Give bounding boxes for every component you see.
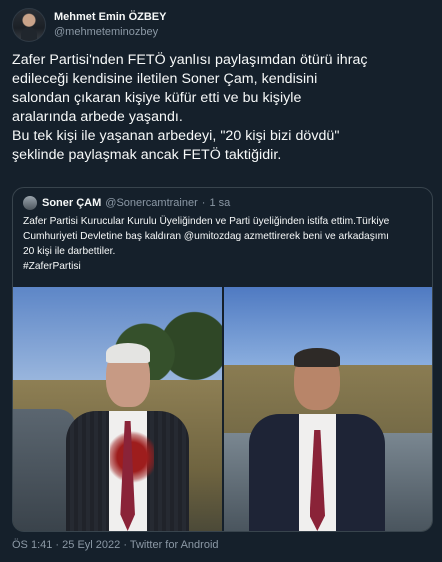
quoted-time: 1 sa	[209, 197, 231, 209]
quoted-avatar	[23, 196, 37, 210]
author-handle[interactable]: @mehmeteminozbey	[54, 25, 166, 40]
quoted-handle: @Sonercamtrainer	[105, 197, 198, 209]
tweet-time[interactable]: ÖS 1:41	[12, 539, 52, 551]
footer-separator-2: ·	[123, 539, 127, 551]
tweet-text: Zafer Partisi'nden FETÖ yanlısı paylaşım…	[12, 52, 368, 163]
quoted-tweet[interactable]: Soner ÇAM @Sonercamtrainer · 1 sa Zafer …	[12, 187, 433, 532]
quoted-photos	[13, 287, 432, 531]
photo-right[interactable]	[223, 287, 432, 531]
tweet-header: Mehmet Emin ÖZBEY @mehmeteminozbey	[12, 8, 166, 42]
tweet-footer: ÖS 1:41 · 25 Eyl 2022 · Twitter for Andr…	[12, 539, 219, 551]
quoted-text: Zafer Partisi Kurucular Kurulu Üyeliğind…	[23, 216, 390, 272]
author-name[interactable]: Mehmet Emin ÖZBEY	[54, 10, 166, 25]
quoted-separator: ·	[201, 197, 206, 209]
author-avatar[interactable]	[12, 8, 46, 42]
tweet-client[interactable]: Twitter for Android	[130, 539, 219, 551]
footer-separator: ·	[55, 539, 60, 551]
quoted-header: Soner ÇAM @Sonercamtrainer · 1 sa	[23, 196, 230, 210]
photo-left[interactable]	[13, 287, 222, 531]
tweet-date[interactable]: 25 Eyl 2022	[62, 539, 120, 551]
quoted-name: Soner ÇAM	[42, 197, 102, 209]
author-info: Mehmet Emin ÖZBEY @mehmeteminozbey	[54, 10, 166, 40]
